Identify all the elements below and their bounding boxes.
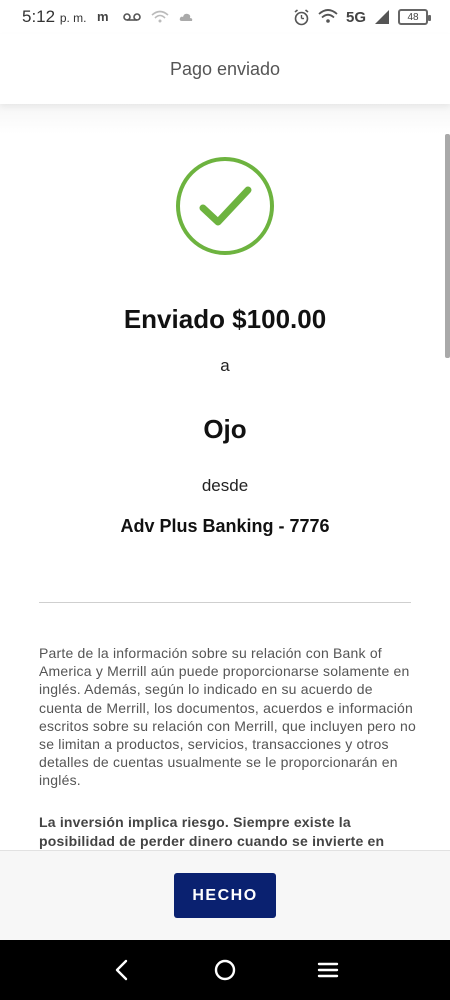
footer: HECHO xyxy=(0,850,450,940)
alarm-icon xyxy=(293,8,310,26)
battery-level: 48 xyxy=(407,11,419,23)
cloud-icon xyxy=(179,12,193,22)
home-circle-icon[interactable] xyxy=(205,950,245,990)
investment-risk-disclosure: La inversión implica riesgo. Siempre exi… xyxy=(39,814,385,849)
to-label: a xyxy=(220,356,230,375)
sent-amount: Enviado $100.00 xyxy=(123,304,327,334)
status-time: 5:12 p. m. xyxy=(22,7,87,27)
source-account: Adv Plus Banking - 7776 xyxy=(120,516,330,536)
page-title: Pago enviado xyxy=(169,58,281,79)
app-header: Pago enviado xyxy=(0,34,450,104)
status-time-value: 5:12 xyxy=(22,7,56,26)
wifi-unknown-icon xyxy=(150,10,169,24)
checkmark-circle-icon xyxy=(175,156,275,256)
status-ampm: p. m. xyxy=(59,11,87,25)
divider xyxy=(39,602,411,603)
wifi-icon xyxy=(318,9,338,25)
confirmation-content[interactable]: Enviado $100.00 a Ojo desde Adv Plus Ban… xyxy=(0,104,450,850)
voicemail-icon xyxy=(122,12,141,22)
language-disclosure: Parte de la información sobre su relació… xyxy=(39,645,416,789)
system-nav-bar xyxy=(0,940,450,1000)
signal-icon xyxy=(374,9,390,25)
status-bar: 5:12 p. m. m 5G 48 xyxy=(0,0,450,34)
back-chevron-icon[interactable] xyxy=(102,950,142,990)
from-label: desde xyxy=(201,476,249,495)
network-type: 5G xyxy=(345,8,366,26)
merrill-notification-icon: m xyxy=(97,10,113,24)
status-right: 5G 48 xyxy=(293,8,431,26)
status-left: 5:12 p. m. m xyxy=(22,7,193,27)
menu-lines-icon[interactable] xyxy=(308,950,348,990)
battery-icon: 48 xyxy=(398,9,431,25)
done-button[interactable]: HECHO xyxy=(174,873,276,918)
svg-text:m: m xyxy=(97,10,109,24)
recipient-name: Ojo xyxy=(203,414,247,444)
header-shadow xyxy=(0,104,450,134)
